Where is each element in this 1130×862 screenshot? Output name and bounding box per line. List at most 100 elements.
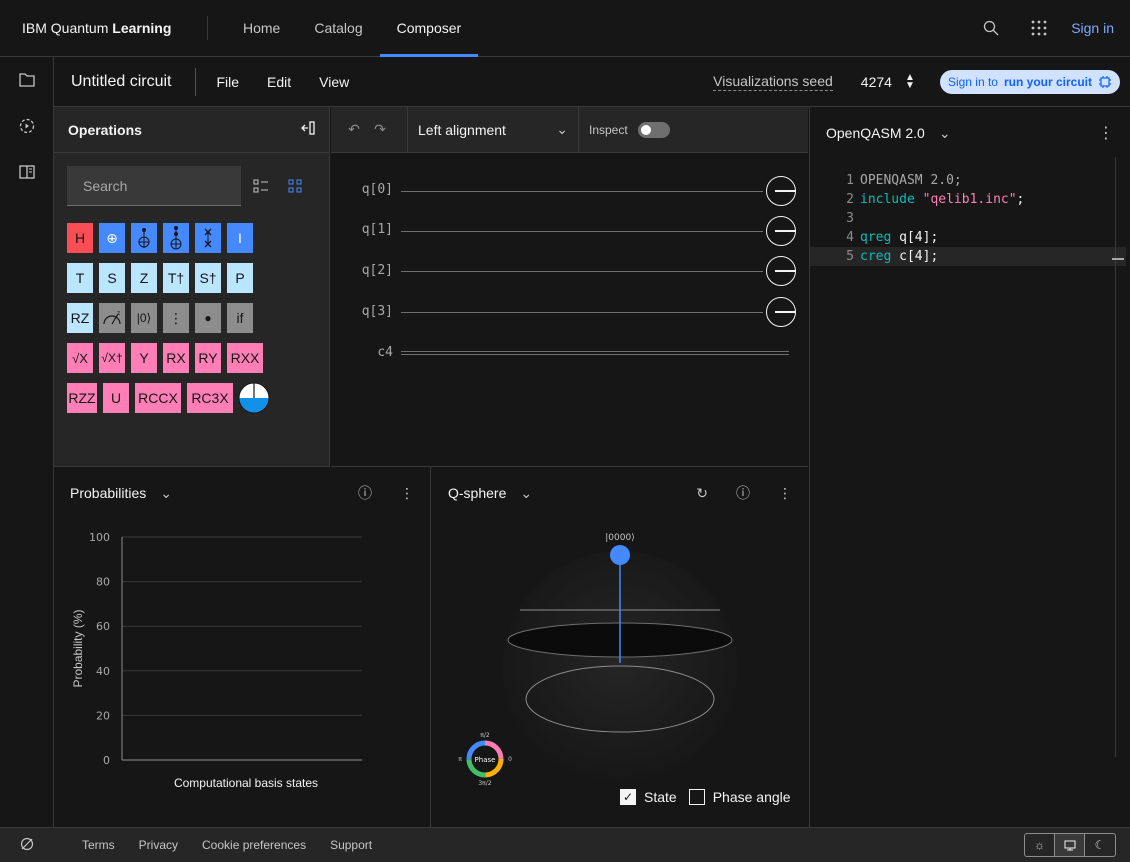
overflow-menu-icon[interactable]: ⋮ xyxy=(1098,123,1114,143)
gate-ry[interactable]: RY xyxy=(195,343,221,373)
gate-t[interactable]: T xyxy=(67,263,93,293)
footer-terms[interactable]: Terms xyxy=(54,838,127,852)
footer-cookie-preferences[interactable]: Cookie preferences xyxy=(190,838,318,852)
gate-h[interactable]: H xyxy=(67,223,93,253)
gate-sqrt-x[interactable]: √X xyxy=(67,343,93,373)
code-token: "qelib1.inc" xyxy=(922,192,1017,207)
gate-u[interactable]: U xyxy=(103,383,129,413)
code-language-select[interactable]: OpenQASM 2.0 xyxy=(826,125,925,141)
circuit-library-icon[interactable] xyxy=(0,103,54,149)
probability-meter-icon[interactable] xyxy=(766,216,796,246)
gate-rx[interactable]: RX xyxy=(163,343,189,373)
probability-meter-icon[interactable] xyxy=(766,256,796,286)
gate-rz[interactable]: RZ xyxy=(67,303,93,333)
code-line[interactable]: 4 qreg q[4]; xyxy=(826,228,1126,247)
gate-rc3x[interactable]: RC3X xyxy=(187,383,233,413)
gate-tdg[interactable]: T† xyxy=(163,263,189,293)
nav-composer[interactable]: Composer xyxy=(379,0,479,57)
gate-cnot[interactable] xyxy=(131,223,157,253)
app-switcher-icon[interactable] xyxy=(1015,0,1063,57)
gate-toffoli[interactable] xyxy=(163,223,189,253)
info-icon[interactable]: ⓘ xyxy=(736,483,750,503)
gate-barrier[interactable]: ⋮ xyxy=(163,303,189,333)
code-line[interactable]: 5 creg c[4]; xyxy=(810,247,1126,266)
qsphere-title[interactable]: Q-sphere xyxy=(448,485,506,501)
alignment-select[interactable]: Left alignment ⌄ xyxy=(407,106,579,153)
qubit-wire-2[interactable] xyxy=(401,271,763,272)
code-editor[interactable]: 1 OPENQASM 2.0; 2 include "qelib1.inc"; 3 4 qr… xyxy=(810,171,1126,266)
code-line[interactable]: 2 include "qelib1.inc"; xyxy=(826,190,1126,209)
undo-icon[interactable]: ↶ xyxy=(341,121,367,138)
gate-swap[interactable] xyxy=(195,223,221,253)
code-line[interactable]: 1 OPENQASM 2.0; xyxy=(826,171,1126,190)
chevron-down-icon[interactable]: ⌄ xyxy=(160,485,172,502)
dark-theme-icon[interactable]: ☾ xyxy=(1085,834,1115,856)
gate-if[interactable]: if xyxy=(227,303,253,333)
gate-measure[interactable]: z xyxy=(99,303,125,333)
menu-edit[interactable]: Edit xyxy=(253,74,305,90)
gate-sdg[interactable]: S† xyxy=(195,263,221,293)
gate-i[interactable]: I xyxy=(227,223,253,253)
code-scrollbar-thumb[interactable] xyxy=(1112,258,1124,260)
overflow-menu-icon[interactable]: ⋮ xyxy=(778,485,792,502)
chevron-down-icon[interactable]: ⌄ xyxy=(520,485,532,502)
menu-file[interactable]: File xyxy=(202,74,253,90)
footer-privacy[interactable]: Privacy xyxy=(127,838,190,852)
brand-bold: Learning xyxy=(112,20,172,36)
gate-rccx[interactable]: RCCX xyxy=(135,383,181,413)
code-line[interactable]: 3 xyxy=(826,209,1126,228)
menu-view[interactable]: View xyxy=(305,74,363,90)
inspect-toggle[interactable] xyxy=(637,121,670,138)
qubit-wire-0[interactable] xyxy=(401,191,763,192)
seed-value[interactable]: 4274 xyxy=(861,74,892,90)
classical-wire[interactable] xyxy=(401,351,789,355)
gate-y[interactable]: Y xyxy=(131,343,157,373)
system-theme-icon[interactable] xyxy=(1055,834,1085,856)
y-tick-label: 60 xyxy=(96,620,110,633)
search-icon[interactable] xyxy=(967,0,1015,57)
overflow-menu-icon[interactable]: ⋮ xyxy=(400,485,414,502)
visualizations-seed-label[interactable]: Visualizations seed xyxy=(713,73,833,91)
circuit-title[interactable]: Untitled circuit xyxy=(54,67,197,96)
gate-control[interactable]: ● xyxy=(195,303,221,333)
footer-support[interactable]: Support xyxy=(318,838,384,852)
gate-rxx[interactable]: RXX xyxy=(227,343,263,373)
probability-meter-icon[interactable] xyxy=(766,297,796,327)
folder-icon[interactable] xyxy=(0,57,54,103)
brand-logo[interactable]: IBM Quantum Learning xyxy=(0,16,208,40)
qubit-wire-3[interactable] xyxy=(401,312,763,313)
light-theme-icon[interactable]: ☼ xyxy=(1025,834,1055,856)
code-scrollbar[interactable] xyxy=(1115,157,1116,757)
gate-s[interactable]: S xyxy=(99,263,125,293)
qubit-wire-1[interactable] xyxy=(401,231,763,232)
gate-sqrt-x-dg[interactable]: √X† xyxy=(99,343,125,373)
composer-toolbar: Untitled circuit File Edit View Visualiz… xyxy=(54,57,1130,107)
collapse-panel-icon[interactable] xyxy=(301,121,315,138)
gate-not[interactable]: ⊕ xyxy=(99,223,125,253)
footer-link-icon[interactable] xyxy=(0,837,54,854)
reset-view-icon[interactable]: ↻ xyxy=(696,485,708,502)
sign-in-link[interactable]: Sign in xyxy=(1063,20,1130,36)
run-circuit-button[interactable]: Sign in to run your circuit xyxy=(939,69,1120,94)
gate-reset[interactable]: |0⟩ xyxy=(131,303,157,333)
gate-rzz[interactable]: RZZ xyxy=(67,383,97,413)
state-checkbox[interactable]: ✓ xyxy=(620,789,636,805)
nav-home[interactable]: Home xyxy=(226,0,297,57)
operations-search-input[interactable] xyxy=(67,166,241,206)
gate-z[interactable]: Z xyxy=(131,263,157,293)
gate-p[interactable]: P xyxy=(227,263,253,293)
phase-angle-checkbox[interactable] xyxy=(688,789,705,805)
chevron-down-icon[interactable]: ⌄ xyxy=(939,125,951,142)
code-editor-panel: OpenQASM 2.0 ⌄ ⋮ 1 OPENQASM 2.0; 2 include … xyxy=(809,107,1130,827)
seed-stepper-icon[interactable]: ▲ ▼ xyxy=(902,72,918,90)
probabilities-title[interactable]: Probabilities xyxy=(70,485,146,501)
info-icon[interactable]: ⓘ xyxy=(358,483,372,503)
probability-disk-gate[interactable] xyxy=(237,381,271,415)
nav-catalog[interactable]: Catalog xyxy=(297,0,379,57)
redo-icon[interactable]: ↷ xyxy=(367,121,393,138)
docs-panel-icon[interactable] xyxy=(0,149,54,195)
y-tick-label: 40 xyxy=(96,665,110,678)
list-view-icon[interactable] xyxy=(247,172,275,200)
probability-meter-icon[interactable] xyxy=(766,176,796,206)
grid-view-icon[interactable] xyxy=(281,172,309,200)
